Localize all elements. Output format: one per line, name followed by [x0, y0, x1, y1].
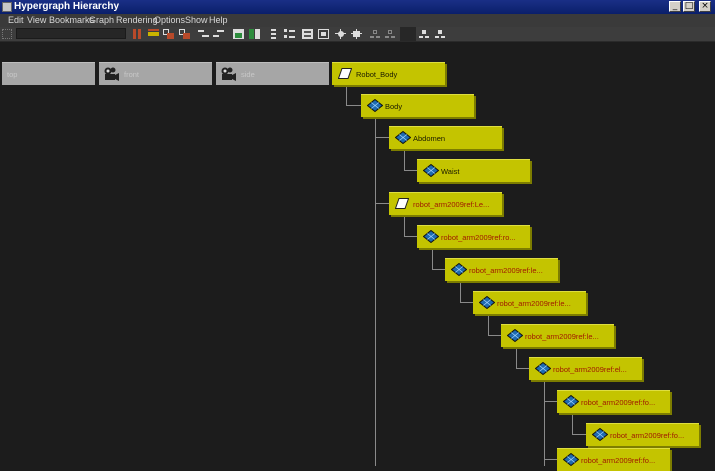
mesh-icon: [507, 329, 523, 342]
node-robot-arm-fo-3[interactable]: robot_arm2009ref:fo...: [557, 448, 670, 471]
mesh-icon: [395, 131, 411, 144]
camera-node-front[interactable]: front: [99, 62, 212, 85]
app-icon: [2, 2, 12, 12]
node-robot-arm-left[interactable]: robot_arm2009ref:Le...: [389, 192, 502, 215]
node-robot-arm-le-2[interactable]: robot_arm2009ref:le...: [473, 291, 586, 314]
mesh-icon: [592, 428, 608, 441]
toolbar: [0, 27, 715, 42]
node-label: front: [124, 70, 140, 79]
window-title: Hypergraph Hierarchy: [14, 1, 120, 12]
mesh-icon: [563, 395, 579, 408]
node-label: top: [7, 70, 18, 79]
frame-all-icon[interactable]: [148, 29, 159, 39]
star-icon[interactable]: [351, 29, 362, 39]
node-label: robot_arm2009ref:fo...: [581, 398, 656, 407]
maximize-button[interactable]: □: [683, 1, 695, 12]
mesh-icon: [367, 99, 383, 112]
node-waist[interactable]: Waist: [417, 159, 530, 182]
node-abdomen[interactable]: Abdomen: [389, 126, 502, 149]
node-label: robot_arm2009ref:fo...: [610, 431, 685, 440]
menu-bar: Edit View Bookmarks Graph Rendering Opti…: [0, 14, 715, 27]
node-label: robot_arm2009ref:fo...: [581, 456, 656, 465]
list-icon[interactable]: [268, 29, 279, 39]
toolbar-grip-icon[interactable]: [2, 29, 12, 39]
frame-hierarchy-icon[interactable]: [179, 29, 190, 39]
node-label: Abdomen: [413, 134, 446, 143]
mesh-icon: [451, 263, 467, 276]
menu-show[interactable]: Show: [185, 15, 208, 25]
mesh-icon: [423, 230, 439, 243]
node-label: robot_arm2009ref:el...: [553, 365, 627, 374]
dim-link-icon[interactable]: [385, 29, 396, 39]
collapse-icon[interactable]: [435, 29, 446, 39]
camera-node-top[interactable]: top: [2, 62, 95, 85]
camera-node-side[interactable]: side: [216, 62, 329, 85]
menu-view[interactable]: View: [27, 15, 46, 25]
node-label: robot_arm2009ref:ro...: [441, 233, 516, 242]
menu-options[interactable]: Options: [154, 15, 185, 25]
mesh-icon: [479, 296, 495, 309]
camera-icon: [221, 67, 236, 81]
light-icon[interactable]: [335, 29, 346, 39]
node-robot-body[interactable]: Robot_Body: [332, 62, 445, 85]
list-layout-icon[interactable]: [284, 29, 295, 39]
frame-selection-icon[interactable]: [163, 29, 174, 39]
parallelogram-icon: [395, 198, 409, 209]
hypergraph-canvas[interactable]: top front side Robot_Body Body Abdomen W…: [0, 42, 715, 471]
bookmark-icon[interactable]: [132, 29, 143, 39]
node-body[interactable]: Body: [361, 94, 474, 117]
scene-hierarchy-icon[interactable]: [233, 29, 244, 39]
title-bar: Hypergraph Hierarchy _ □ ×: [0, 0, 715, 14]
menu-graph[interactable]: Graph: [89, 15, 114, 25]
swatch-display[interactable]: [400, 27, 416, 41]
node-label: robot_arm2009ref:Le...: [413, 200, 490, 209]
mesh-icon: [423, 164, 439, 177]
node-label: side: [241, 70, 255, 79]
node-robot-arm-le-3[interactable]: robot_arm2009ref:le...: [501, 324, 614, 347]
menu-rendering[interactable]: Rendering: [116, 15, 158, 25]
graph-down-icon[interactable]: [213, 29, 224, 39]
parallelogram-icon: [338, 68, 352, 79]
mesh-icon: [535, 362, 551, 375]
graph-up-icon[interactable]: [198, 29, 209, 39]
node-robot-arm-el[interactable]: robot_arm2009ref:el...: [529, 357, 642, 380]
menu-help[interactable]: Help: [209, 15, 228, 25]
search-input[interactable]: [16, 28, 126, 39]
node-layout-icon[interactable]: [318, 29, 329, 39]
input-output-icon[interactable]: [249, 29, 260, 39]
node-label: robot_arm2009ref:le...: [497, 299, 571, 308]
mesh-icon: [563, 453, 579, 466]
node-robot-arm-fo-2[interactable]: robot_arm2009ref:fo...: [586, 423, 699, 446]
menu-bookmarks[interactable]: Bookmarks: [49, 15, 94, 25]
node-robot-arm-le-1[interactable]: robot_arm2009ref:le...: [445, 258, 558, 281]
node-label: robot_arm2009ref:le...: [469, 266, 543, 275]
expand-icon[interactable]: [419, 29, 430, 39]
node-robot-arm-fo-1[interactable]: robot_arm2009ref:fo...: [557, 390, 670, 413]
swatch-icon[interactable]: [302, 29, 313, 39]
node-label: robot_arm2009ref:le...: [525, 332, 599, 341]
minimize-button[interactable]: _: [669, 1, 681, 12]
dim-node-icon[interactable]: [370, 29, 381, 39]
camera-icon: [104, 67, 119, 81]
node-label: Waist: [441, 167, 460, 176]
node-label: Robot_Body: [356, 70, 398, 79]
node-label: Body: [385, 102, 403, 111]
close-button[interactable]: ×: [699, 1, 711, 12]
node-robot-arm-ro[interactable]: robot_arm2009ref:ro...: [417, 225, 530, 248]
menu-edit[interactable]: Edit: [8, 15, 24, 25]
